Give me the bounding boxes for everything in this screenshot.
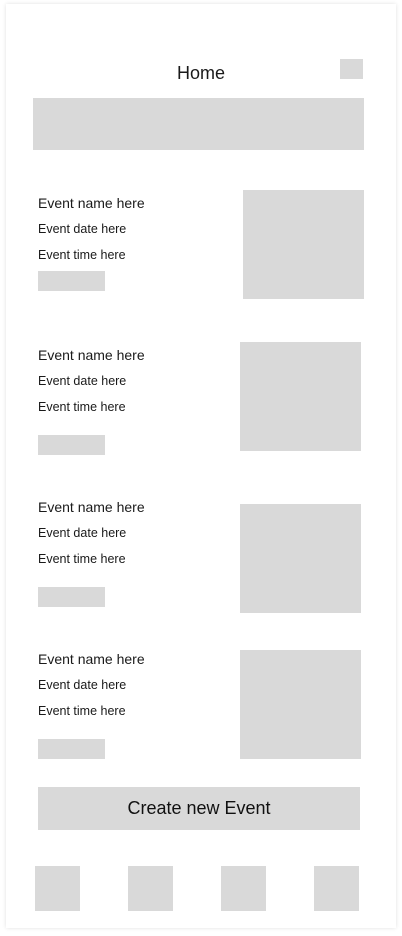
event-date: Event date here xyxy=(38,526,127,540)
event-image-placeholder xyxy=(243,190,364,299)
create-event-button[interactable]: Create new Event xyxy=(38,787,360,830)
event-date: Event date here xyxy=(38,222,127,236)
event-name: Event name here xyxy=(38,499,145,515)
event-date: Event date here xyxy=(38,678,127,692)
bottom-nav-item-1[interactable] xyxy=(35,866,80,911)
bottom-nav-item-4[interactable] xyxy=(314,866,359,911)
event-image-placeholder xyxy=(240,342,361,451)
header-action-placeholder[interactable] xyxy=(340,59,363,79)
event-action-button[interactable] xyxy=(38,739,105,759)
bottom-nav-item-2[interactable] xyxy=(128,866,173,911)
event-image-placeholder xyxy=(240,650,361,759)
event-action-button[interactable] xyxy=(38,587,105,607)
event-time: Event time here xyxy=(38,704,126,718)
event-time: Event time here xyxy=(38,552,126,566)
event-time: Event time here xyxy=(38,400,126,414)
event-action-button[interactable] xyxy=(38,271,105,291)
event-name: Event name here xyxy=(38,651,145,667)
bottom-nav-item-3[interactable] xyxy=(221,866,266,911)
event-name: Event name here xyxy=(38,195,145,211)
event-time: Event time here xyxy=(38,248,126,262)
event-date: Event date here xyxy=(38,374,127,388)
event-action-button[interactable] xyxy=(38,435,105,455)
event-name: Event name here xyxy=(38,347,145,363)
event-image-placeholder xyxy=(240,504,361,613)
banner-placeholder[interactable] xyxy=(33,98,364,150)
